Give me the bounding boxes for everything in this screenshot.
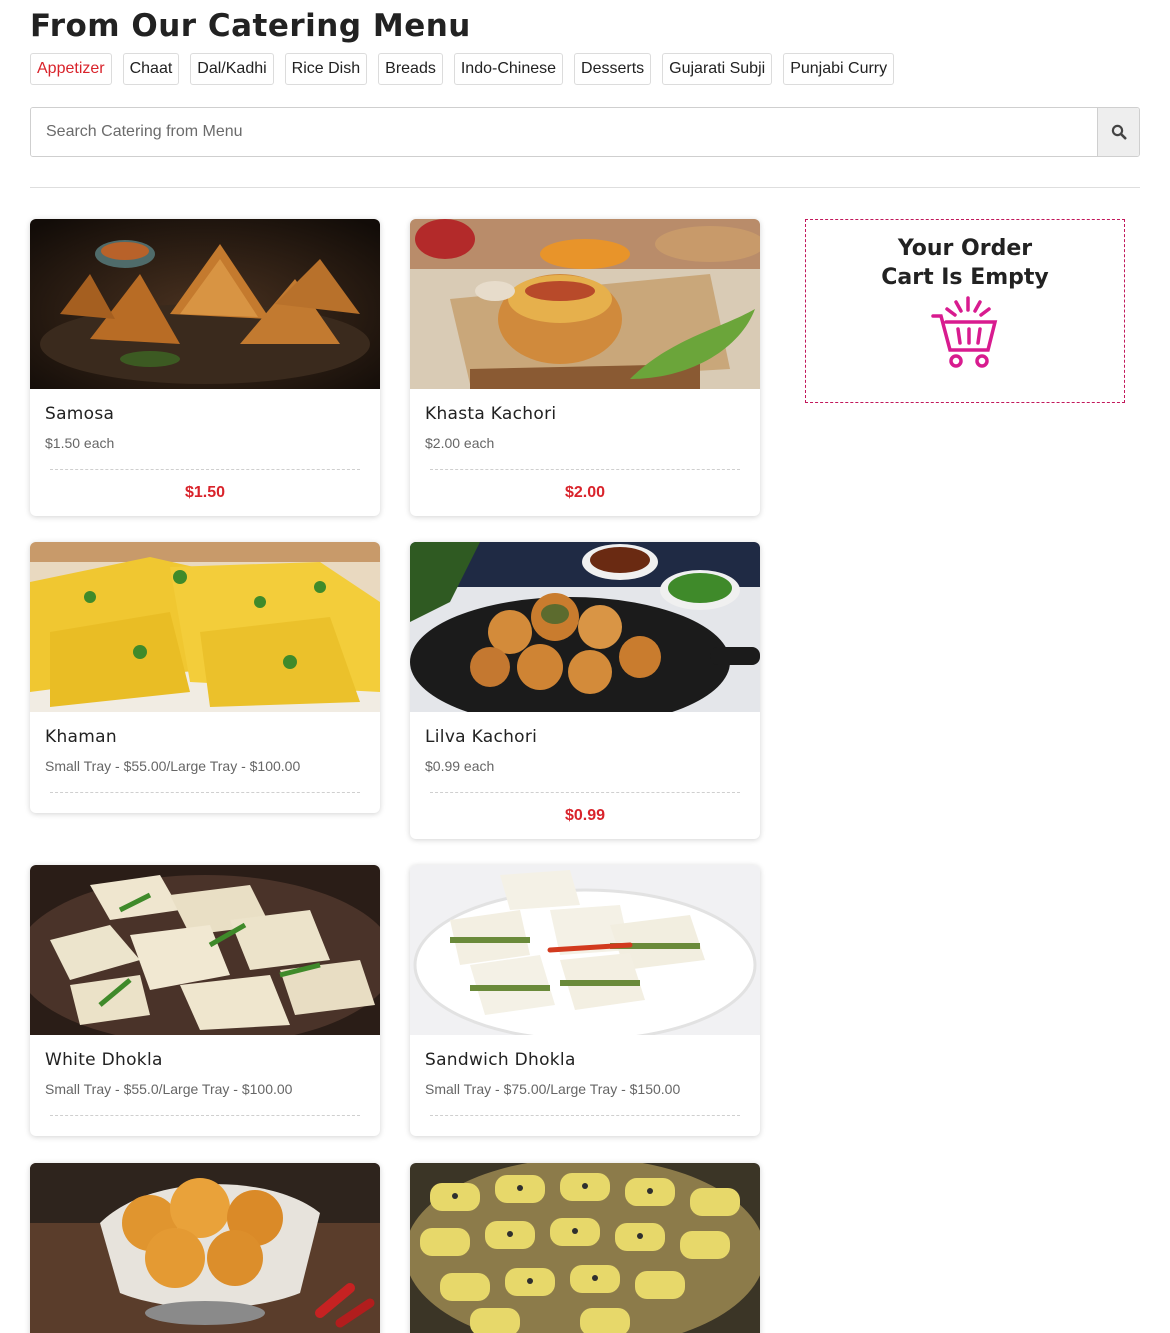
card-separator — [430, 469, 740, 470]
search-button[interactable] — [1097, 108, 1139, 156]
tab-breads[interactable]: Breads — [378, 53, 443, 85]
item-description: $0.99 each — [425, 758, 495, 774]
item-description: Small Tray - $55.0/Large Tray - $100.00 — [45, 1081, 293, 1097]
card-separator — [430, 792, 740, 793]
menu-card-white-dhokla[interactable]: White Dhokla Small Tray - $55.0/Large Tr… — [30, 865, 380, 1136]
page-title: From Our Catering Menu — [30, 8, 471, 44]
white-dhokla-image — [30, 865, 380, 1035]
item-description: Small Tray - $75.00/Large Tray - $150.00 — [425, 1081, 681, 1097]
cart-title-line1: Your Order — [897, 236, 1033, 261]
lilva-kachori-image — [410, 542, 760, 712]
search-bar — [30, 107, 1140, 157]
order-cart: Your Order Cart Is Empty — [805, 219, 1125, 403]
khandvi-image — [410, 1163, 760, 1333]
search-input[interactable] — [31, 108, 1097, 156]
item-name: Samosa — [45, 404, 115, 424]
cart-empty-message: Your Order Cart Is Empty — [865, 234, 1065, 292]
card-separator — [50, 1115, 360, 1116]
cart-icon — [931, 296, 998, 368]
card-separator — [430, 1115, 740, 1116]
item-description: $1.50 each — [45, 435, 115, 451]
add-price-button[interactable]: $0.99 — [410, 807, 760, 825]
add-price-button[interactable]: $1.50 — [30, 484, 380, 502]
tab-rice-dish[interactable]: Rice Dish — [284, 53, 368, 85]
sandwich-dhokla-image — [410, 865, 760, 1035]
tab-desserts[interactable]: Desserts — [574, 53, 652, 85]
tab-appetizer[interactable]: Appetizer — [30, 53, 112, 85]
card-separator — [50, 792, 360, 793]
tab-chaat[interactable]: Chaat — [122, 53, 180, 85]
tab-dal-kadhi[interactable]: Dal/Kadhi — [190, 53, 274, 85]
menu-card-partial[interactable] — [410, 1163, 760, 1333]
divider — [30, 187, 1140, 188]
add-price-button[interactable]: $2.00 — [410, 484, 760, 502]
menu-card-samosa[interactable]: Samosa $1.50 each $1.50 — [30, 219, 380, 516]
cart-title-line2: Cart Is Empty — [881, 265, 1049, 290]
menu-card-lilva-kachori[interactable]: Lilva Kachori $0.99 each $0.99 — [410, 542, 760, 839]
item-name: Sandwich Dhokla — [425, 1050, 576, 1070]
tab-gujarati-subji[interactable]: Gujarati Subji — [662, 53, 773, 85]
menu-card-khasta-kachori[interactable]: Khasta Kachori $2.00 each $2.00 — [410, 219, 760, 516]
tab-punjabi-curry[interactable]: Punjabi Curry — [783, 53, 895, 85]
khaman-image — [30, 542, 380, 712]
menu-card-partial[interactable] — [30, 1163, 380, 1333]
menu-card-khaman[interactable]: Khaman Small Tray - $55.00/Large Tray - … — [30, 542, 380, 813]
samosa-image — [30, 219, 380, 389]
card-separator — [50, 469, 360, 470]
item-name: White Dhokla — [45, 1050, 163, 1070]
item-description: Small Tray - $55.00/Large Tray - $100.00 — [45, 758, 301, 774]
item-name: Khaman — [45, 727, 117, 747]
tab-indo-chinese[interactable]: Indo-Chinese — [453, 53, 564, 85]
item-description: $2.00 each — [425, 435, 495, 451]
batata-vada-image — [30, 1163, 380, 1333]
item-name: Lilva Kachori — [425, 727, 538, 747]
search-icon — [1111, 124, 1126, 140]
item-name: Khasta Kachori — [425, 404, 557, 424]
khasta-kachori-image — [410, 219, 760, 389]
category-tabs: Appetizer Chaat Dal/Kadhi Rice Dish Brea… — [30, 53, 895, 85]
menu-card-sandwich-dhokla[interactable]: Sandwich Dhokla Small Tray - $75.00/Larg… — [410, 865, 760, 1136]
